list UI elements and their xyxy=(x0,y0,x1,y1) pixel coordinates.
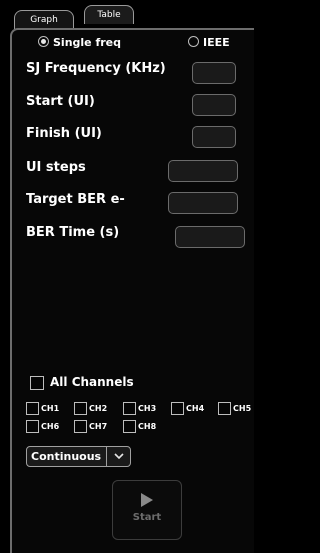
channel-label: CH4 xyxy=(186,404,205,413)
channel-label: CH7 xyxy=(89,422,108,431)
start-button[interactable]: Start xyxy=(112,480,182,540)
channel-label: CH5 xyxy=(233,404,252,413)
chevron-down-icon xyxy=(114,453,124,460)
checkbox-icon xyxy=(26,420,39,433)
checkbox-icon xyxy=(218,402,231,415)
checkbox-icon xyxy=(74,402,87,415)
finish-ui-input[interactable] xyxy=(192,126,236,148)
sj-frequency-label: SJ Frequency (KHz) xyxy=(26,61,166,76)
sj-frequency-input[interactable] xyxy=(192,62,236,84)
radio-single-freq-label: Single freq xyxy=(53,36,122,49)
ber-time-label: BER Time (s) xyxy=(26,225,120,240)
channel-label: CH3 xyxy=(138,404,157,413)
channel-label: CH1 xyxy=(41,404,60,413)
channel-label: CH2 xyxy=(89,404,108,413)
checkbox-icon xyxy=(123,402,136,415)
start-ui-input[interactable] xyxy=(192,94,236,116)
radio-ieee-label: IEEE xyxy=(203,36,230,49)
radio-ieee[interactable]: IEEE xyxy=(188,36,230,49)
checkbox-icon xyxy=(74,420,87,433)
ber-time-input[interactable] xyxy=(175,226,245,248)
tab-graph[interactable]: Graph xyxy=(14,10,74,29)
all-channels-label: All Channels xyxy=(50,375,134,389)
finish-ui-label: Finish (UI) xyxy=(26,126,102,141)
checkbox-icon xyxy=(30,376,44,390)
tab-bar: Graph Table xyxy=(0,0,254,30)
play-icon xyxy=(141,493,153,507)
target-ber-label: Target BER e- xyxy=(26,192,125,207)
radio-selected-icon xyxy=(38,36,49,47)
run-mode-dropdown[interactable]: Continuous xyxy=(26,446,131,467)
channel-label: CH8 xyxy=(138,422,157,431)
checkbox-icon xyxy=(123,420,136,433)
radio-single-freq[interactable]: Single freq xyxy=(38,36,121,49)
channel-label: CH6 xyxy=(41,422,60,431)
start-button-label: Start xyxy=(132,512,162,523)
radio-unselected-icon xyxy=(188,36,199,47)
ui-steps-input[interactable] xyxy=(168,160,238,182)
start-ui-label: Start (UI) xyxy=(26,94,95,109)
run-mode-value: Continuous xyxy=(31,450,102,463)
tab-table[interactable]: Table xyxy=(84,5,134,24)
dropdown-divider xyxy=(106,447,107,466)
ui-steps-label: UI steps xyxy=(26,160,86,175)
checkbox-icon xyxy=(26,402,39,415)
checkbox-icon xyxy=(171,402,184,415)
target-ber-input[interactable] xyxy=(168,192,238,214)
settings-panel: Single freq IEEE SJ Frequency (KHz) Star… xyxy=(10,28,254,553)
